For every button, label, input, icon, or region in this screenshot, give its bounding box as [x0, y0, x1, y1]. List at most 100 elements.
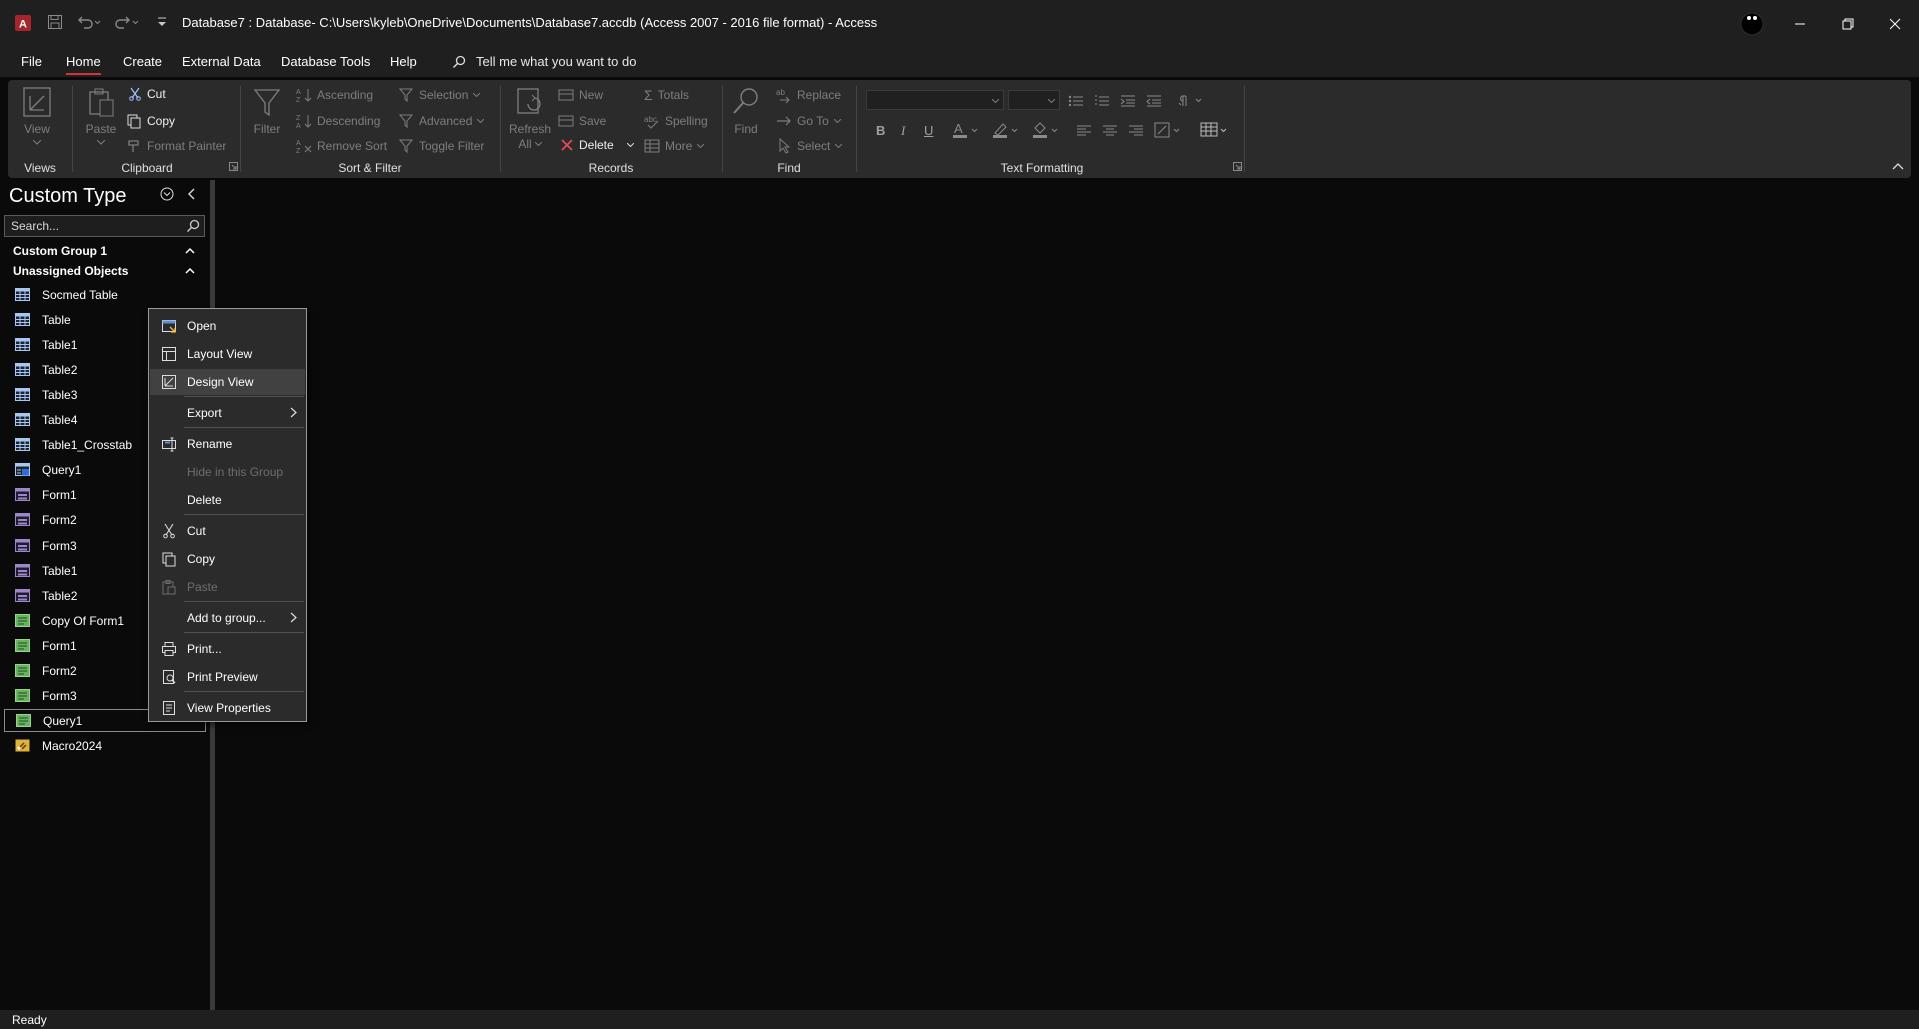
font-size-combo[interactable] — [1008, 90, 1060, 110]
nav-item-macro[interactable]: Macro2024 — [4, 734, 206, 757]
restore-button[interactable] — [1824, 0, 1872, 47]
gridlines-icon[interactable] — [1200, 121, 1230, 139]
chevron-up-icon[interactable] — [185, 267, 195, 274]
redo-icon[interactable] — [114, 13, 140, 31]
collapse-ribbon-icon[interactable] — [1892, 162, 1904, 170]
form-object-icon — [15, 539, 30, 552]
context-menu-item-design-view[interactable]: Design View — [150, 369, 305, 395]
new-record-button[interactable]: New — [558, 87, 603, 103]
context-menu-item-hide-in-group[interactable]: Hide in this Group — [150, 459, 305, 485]
query-object-icon — [15, 463, 30, 476]
context-menu-item-cut[interactable]: Cut — [150, 518, 305, 544]
nav-search-input[interactable] — [11, 218, 181, 234]
context-menu-item-paste[interactable]: Paste — [150, 574, 305, 600]
customize-icon[interactable] — [156, 13, 168, 31]
fill-color-icon[interactable] — [1032, 121, 1062, 139]
search-icon[interactable] — [186, 219, 200, 233]
highlight-icon[interactable] — [992, 121, 1022, 139]
font-color-icon[interactable]: A — [952, 121, 982, 139]
context-menu-item-layout-view[interactable]: Layout View — [150, 341, 305, 367]
bullets-icon[interactable] — [1068, 94, 1084, 108]
tab-home[interactable]: Home — [66, 54, 101, 75]
context-menu-item-export[interactable]: Export — [150, 400, 305, 426]
context-menu-item-delete[interactable]: Delete — [150, 487, 305, 513]
numbering-icon[interactable] — [1094, 94, 1110, 108]
chevron-right-icon — [290, 407, 297, 418]
view-button[interactable]: View — [22, 86, 52, 145]
table-object-icon — [15, 288, 30, 301]
minimize-button[interactable] — [1776, 0, 1824, 47]
table-object-icon — [15, 438, 30, 451]
copy-button[interactable]: Copy — [126, 113, 175, 129]
decrease-indent-icon[interactable] — [1146, 94, 1162, 108]
clipboard-launcher-icon[interactable] — [229, 162, 238, 171]
group-separator — [240, 86, 241, 172]
close-button[interactable] — [1871, 0, 1919, 47]
bold-button[interactable]: B — [876, 123, 885, 138]
shutter-bar-close-icon[interactable] — [186, 188, 196, 200]
paste-button[interactable]: Paste — [84, 86, 118, 145]
advanced-button[interactable]: Advanced — [398, 113, 485, 129]
totals-button[interactable]: Σ Totals — [644, 87, 689, 103]
nav-search-box[interactable] — [4, 215, 205, 237]
save-record-button[interactable]: Save — [558, 113, 606, 129]
new-record-icon — [558, 89, 574, 101]
underline-button[interactable]: U — [924, 123, 933, 138]
increase-indent-icon[interactable] — [1120, 94, 1136, 108]
nav-item-label: Form3 — [42, 538, 77, 553]
save-icon[interactable] — [46, 13, 64, 31]
delete-record-button[interactable]: Delete — [560, 138, 634, 152]
tab-external-data[interactable]: External Data — [182, 54, 261, 69]
nav-title[interactable]: Custom Type — [9, 185, 126, 208]
descending-button[interactable]: ZA Descending — [296, 113, 380, 129]
avatar[interactable] — [1740, 12, 1764, 36]
select-button[interactable]: Select — [778, 138, 843, 154]
replace-button[interactable]: ab Replace — [776, 87, 841, 103]
svg-text:A: A — [296, 89, 301, 96]
context-menu-item-print-preview[interactable]: Print Preview — [150, 664, 305, 690]
toggle-filter-button[interactable]: Toggle Filter — [398, 138, 484, 154]
context-menu-item-copy[interactable]: Copy — [150, 546, 305, 572]
align-left-icon[interactable] — [1076, 124, 1092, 138]
remove-sort-button[interactable]: AZ Remove Sort — [296, 138, 387, 154]
text-direction-icon[interactable] — [1178, 94, 1204, 108]
delete-icon — [561, 139, 573, 151]
refresh-all-button[interactable]: Refresh All — [508, 86, 552, 151]
nav-group-custom-group-1[interactable]: Custom Group 1 — [13, 244, 107, 258]
align-right-icon[interactable] — [1128, 124, 1144, 138]
nav-group-unassigned-objects[interactable]: Unassigned Objects — [13, 264, 128, 278]
tab-database-tools[interactable]: Database Tools — [281, 54, 370, 69]
cut-button[interactable]: Cut — [128, 87, 166, 101]
table-object-icon — [15, 388, 30, 401]
undo-icon[interactable] — [76, 13, 102, 31]
format-painter-button[interactable]: Format Painter — [126, 138, 226, 154]
text-formatting-launcher-icon[interactable] — [1233, 162, 1242, 171]
advanced-filter-icon — [398, 114, 414, 129]
go-to-button[interactable]: Go To — [776, 113, 841, 129]
context-menu-item-view-properties[interactable]: View Properties — [150, 695, 305, 721]
nav-item-label: Table3 — [42, 387, 78, 402]
context-menu-item-print[interactable]: Print... — [150, 636, 305, 662]
font-name-combo[interactable] — [866, 90, 1004, 110]
italic-button[interactable]: I — [901, 123, 905, 139]
chevron-up-icon[interactable] — [185, 247, 195, 254]
tab-help[interactable]: Help — [390, 54, 417, 69]
group-label-sort-filter: Sort & Filter — [338, 161, 402, 175]
context-menu-item-rename[interactable]: Rename — [150, 431, 305, 457]
spelling-button[interactable]: abc Spelling — [644, 113, 708, 129]
find-button[interactable]: Find — [730, 86, 762, 136]
tab-file[interactable]: File — [21, 54, 42, 69]
align-center-icon[interactable] — [1102, 124, 1118, 138]
tab-create[interactable]: Create — [123, 54, 162, 69]
nav-menu-dropdown-icon[interactable] — [160, 187, 174, 201]
filter-button[interactable]: Filter — [252, 86, 282, 136]
context-menu-item-open[interactable]: Open — [150, 313, 305, 339]
background-color-icon[interactable] — [1154, 121, 1184, 139]
group-label-find: Find — [777, 161, 801, 175]
ascending-button[interactable]: AZ Ascending — [296, 87, 373, 103]
nav-item-table[interactable]: Socmed Table — [4, 283, 206, 306]
more-button[interactable]: More — [644, 138, 705, 154]
selection-button[interactable]: Selection — [398, 87, 481, 103]
context-menu-item-add-to-group[interactable]: Add to group... — [150, 605, 305, 631]
tell-me-search[interactable]: Tell me what you want to do — [452, 54, 636, 69]
